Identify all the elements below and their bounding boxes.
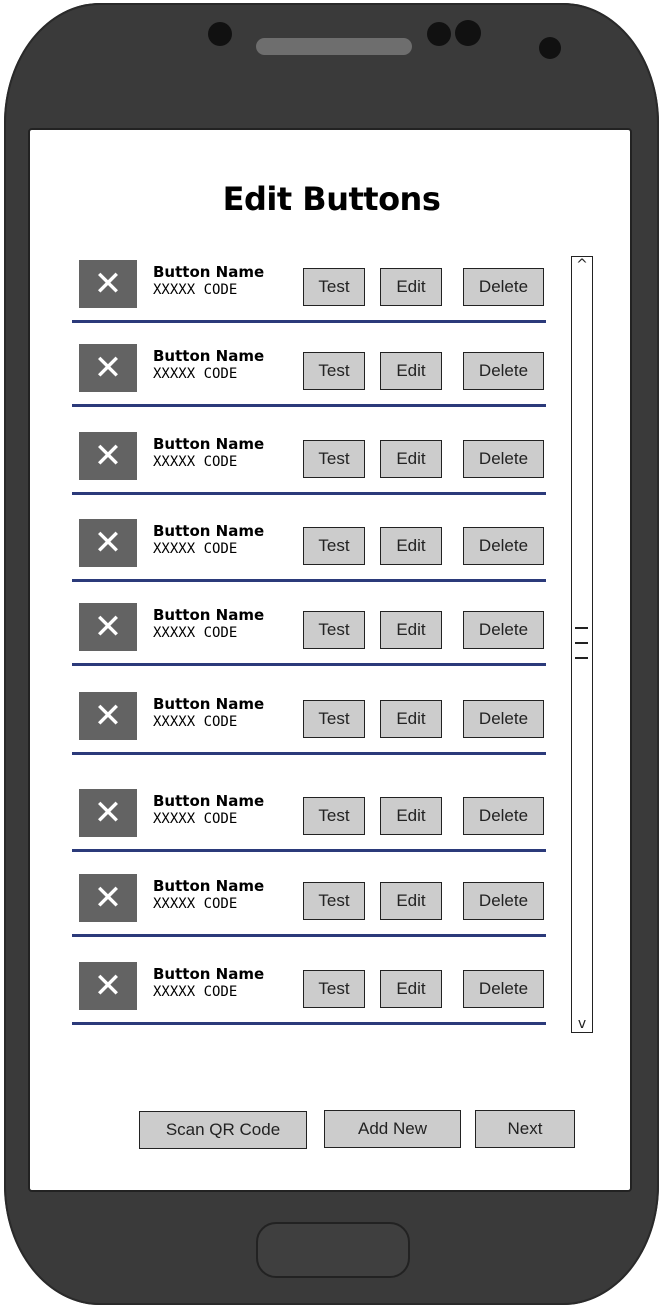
remove-item-icon[interactable]: ✕ <box>79 519 137 567</box>
scan-qr-code-button[interactable]: Scan QR Code <box>139 1111 307 1149</box>
sensor-icon <box>539 37 561 59</box>
scroll-thumb-grip[interactable] <box>575 642 588 644</box>
delete-button[interactable]: Delete <box>463 797 544 835</box>
item-name: Button Name <box>153 965 265 983</box>
delete-button[interactable]: Delete <box>463 268 544 306</box>
item-code: XXXXX CODE <box>153 984 238 1000</box>
row-divider <box>72 849 546 852</box>
test-button[interactable]: Test <box>303 882 365 920</box>
test-button[interactable]: Test <box>303 970 365 1008</box>
row-divider <box>72 663 546 666</box>
list-item: ✕ Button Name XXXXX CODE Test Edit Delete <box>72 690 546 770</box>
earpiece-speaker <box>256 38 412 55</box>
remove-item-icon[interactable]: ✕ <box>79 874 137 922</box>
page-title: Edit Buttons <box>222 180 441 218</box>
remove-item-icon[interactable]: ✕ <box>79 789 137 837</box>
edit-button[interactable]: Edit <box>380 882 442 920</box>
edit-button[interactable]: Edit <box>380 970 442 1008</box>
edit-button[interactable]: Edit <box>380 527 442 565</box>
test-button[interactable]: Test <box>303 440 365 478</box>
list-item: ✕ Button Name XXXXX CODE Test Edit Delete <box>72 258 546 338</box>
test-button[interactable]: Test <box>303 527 365 565</box>
scrollbar[interactable]: ^ v <box>571 256 593 1033</box>
scroll-down-arrow-icon[interactable]: v <box>572 1016 592 1032</box>
edit-button[interactable]: Edit <box>380 268 442 306</box>
add-new-button[interactable]: Add New <box>324 1110 461 1148</box>
delete-button[interactable]: Delete <box>463 527 544 565</box>
remove-item-icon[interactable]: ✕ <box>79 692 137 740</box>
row-divider <box>72 934 546 937</box>
home-button[interactable] <box>256 1222 410 1278</box>
item-name: Button Name <box>153 522 265 540</box>
list-item: ✕ Button Name XXXXX CODE Test Edit Delete <box>72 787 546 867</box>
row-divider <box>72 579 546 582</box>
test-button[interactable]: Test <box>303 352 365 390</box>
list-item: ✕ Button Name XXXXX CODE Test Edit Delete <box>72 517 546 597</box>
item-name: Button Name <box>153 695 265 713</box>
list-item: ✕ Button Name XXXXX CODE Test Edit Delete <box>72 960 546 1040</box>
row-divider <box>72 492 546 495</box>
list-item: ✕ Button Name XXXXX CODE Test Edit Delete <box>72 430 546 510</box>
item-code: XXXXX CODE <box>153 282 238 298</box>
next-button[interactable]: Next <box>475 1110 575 1148</box>
row-divider <box>72 320 546 323</box>
remove-item-icon[interactable]: ✕ <box>79 260 137 308</box>
delete-button[interactable]: Delete <box>463 970 544 1008</box>
remove-item-icon[interactable]: ✕ <box>79 962 137 1010</box>
scroll-thumb-grip[interactable] <box>575 627 588 629</box>
item-name: Button Name <box>153 606 265 624</box>
item-code: XXXXX CODE <box>153 625 238 641</box>
edit-button[interactable]: Edit <box>380 700 442 738</box>
sensor-icon <box>455 20 481 46</box>
test-button[interactable]: Test <box>303 611 365 649</box>
edit-button[interactable]: Edit <box>380 440 442 478</box>
item-code: XXXXX CODE <box>153 714 238 730</box>
delete-button[interactable]: Delete <box>463 700 544 738</box>
edit-button[interactable]: Edit <box>380 797 442 835</box>
remove-item-icon[interactable]: ✕ <box>79 603 137 651</box>
list-item: ✕ Button Name XXXXX CODE Test Edit Delete <box>72 872 546 952</box>
item-name: Button Name <box>153 792 265 810</box>
scroll-up-arrow-icon[interactable]: ^ <box>572 257 592 273</box>
delete-button[interactable]: Delete <box>463 440 544 478</box>
item-code: XXXXX CODE <box>153 541 238 557</box>
test-button[interactable]: Test <box>303 797 365 835</box>
list-item: ✕ Button Name XXXXX CODE Test Edit Delete <box>72 601 546 681</box>
test-button[interactable]: Test <box>303 700 365 738</box>
edit-button[interactable]: Edit <box>380 611 442 649</box>
item-name: Button Name <box>153 435 265 453</box>
delete-button[interactable]: Delete <box>463 882 544 920</box>
item-code: XXXXX CODE <box>153 811 238 827</box>
remove-item-icon[interactable]: ✕ <box>79 432 137 480</box>
item-name: Button Name <box>153 263 265 281</box>
row-divider <box>72 752 546 755</box>
edit-button[interactable]: Edit <box>380 352 442 390</box>
item-code: XXXXX CODE <box>153 366 238 382</box>
row-divider <box>72 1022 546 1025</box>
scroll-thumb-grip[interactable] <box>575 657 588 659</box>
item-name: Button Name <box>153 877 265 895</box>
sensor-icon <box>427 22 451 46</box>
item-code: XXXXX CODE <box>153 896 238 912</box>
remove-item-icon[interactable]: ✕ <box>79 344 137 392</box>
item-name: Button Name <box>153 347 265 365</box>
delete-button[interactable]: Delete <box>463 611 544 649</box>
list-item: ✕ Button Name XXXXX CODE Test Edit Delete <box>72 342 546 422</box>
item-code: XXXXX CODE <box>153 454 238 470</box>
test-button[interactable]: Test <box>303 268 365 306</box>
delete-button[interactable]: Delete <box>463 352 544 390</box>
front-camera-icon <box>208 22 232 46</box>
row-divider <box>72 404 546 407</box>
